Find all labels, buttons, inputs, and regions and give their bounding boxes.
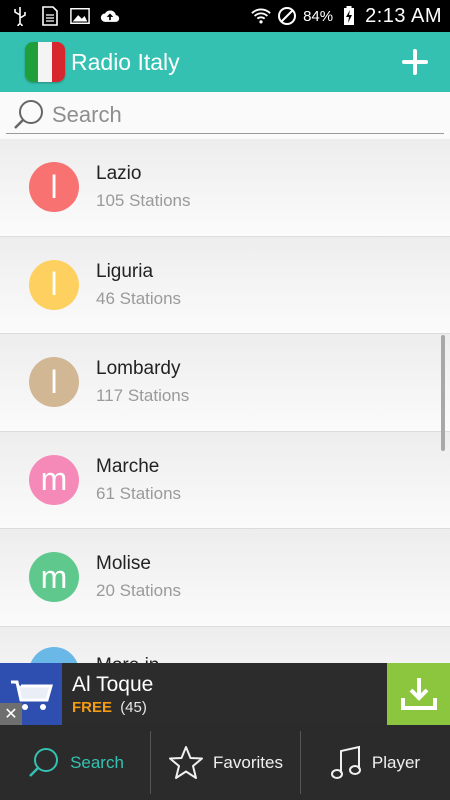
search-bar (0, 92, 450, 139)
station-count: 46 Stations (96, 288, 182, 308)
image-icon (70, 6, 90, 26)
avatar: l (29, 357, 79, 408)
station-count: 117 Stations (96, 386, 190, 406)
music-note-icon (330, 745, 361, 779)
do-not-disturb-icon (277, 6, 297, 26)
tab-search[interactable]: Search (0, 725, 150, 800)
list-item[interactable]: l Lombardy 117 Stations (0, 334, 450, 432)
region-list: l Lazio 105 Stations l Liguria 46 Statio… (0, 139, 450, 663)
search-icon (10, 96, 48, 134)
tab-favorites[interactable]: Favorites (150, 725, 300, 800)
list-item[interactable]: m Molise 20 Stations (0, 529, 450, 627)
region-name: Liguria (96, 260, 154, 282)
list-item[interactable]: l Lazio 105 Stations (0, 139, 450, 237)
avatar: l (29, 259, 79, 310)
region-name: Marche (96, 455, 160, 477)
ad-download-button[interactable] (387, 663, 450, 725)
avatar (29, 646, 79, 663)
download-icon (400, 678, 437, 710)
star-icon (169, 745, 204, 779)
italy-flag-logo (25, 42, 65, 82)
usb-icon (10, 6, 30, 26)
ad-app-icon: ✕ (0, 663, 62, 725)
region-name: More in (96, 655, 159, 664)
ad-free-label: FREE (72, 698, 113, 716)
tab-player-label: Player (371, 752, 421, 772)
wifi-icon (251, 6, 271, 26)
battery-charging-icon (339, 6, 359, 26)
station-count: 105 Stations (96, 191, 191, 211)
search-icon (29, 747, 59, 777)
avatar: m (29, 552, 79, 603)
ad-close-button[interactable]: ✕ (0, 703, 22, 725)
list-item[interactable]: More in (0, 626, 450, 664)
ad-app-name: Al Toque (72, 672, 154, 696)
station-count: 20 Stations (96, 581, 182, 601)
no-sim-icon (40, 6, 60, 26)
app-bar: Radio Italy (0, 32, 450, 92)
region-name: Lazio (96, 163, 142, 185)
battery-percentage: 84% (303, 7, 334, 25)
region-name: Lombardy (96, 358, 181, 380)
cloud-upload-icon (100, 6, 120, 26)
avatar: l (29, 162, 79, 213)
status-time: 2:13 AM (365, 4, 442, 27)
search-input[interactable] (52, 101, 432, 128)
tab-favorites-label: Favorites (213, 752, 283, 772)
list-item[interactable]: m Marche 61 Stations (0, 431, 450, 529)
region-name: Molise (96, 553, 151, 575)
status-bar: 84% 2:13 AM (0, 0, 450, 32)
station-count: 61 Stations (96, 483, 182, 503)
app-title: Radio Italy (71, 48, 180, 75)
ad-review-count: (45) (120, 698, 147, 716)
avatar: m (29, 454, 79, 505)
tab-player[interactable]: Player (300, 725, 450, 800)
ad-banner[interactable]: ✕ Al Toque FREE (45) (0, 663, 450, 725)
add-button[interactable] (400, 47, 430, 77)
tab-search-label: Search (70, 752, 124, 772)
bottom-nav: Search Favorites Player (0, 725, 450, 800)
list-item[interactable]: l Liguria 46 Stations (0, 236, 450, 334)
scrollbar[interactable] (441, 335, 445, 451)
